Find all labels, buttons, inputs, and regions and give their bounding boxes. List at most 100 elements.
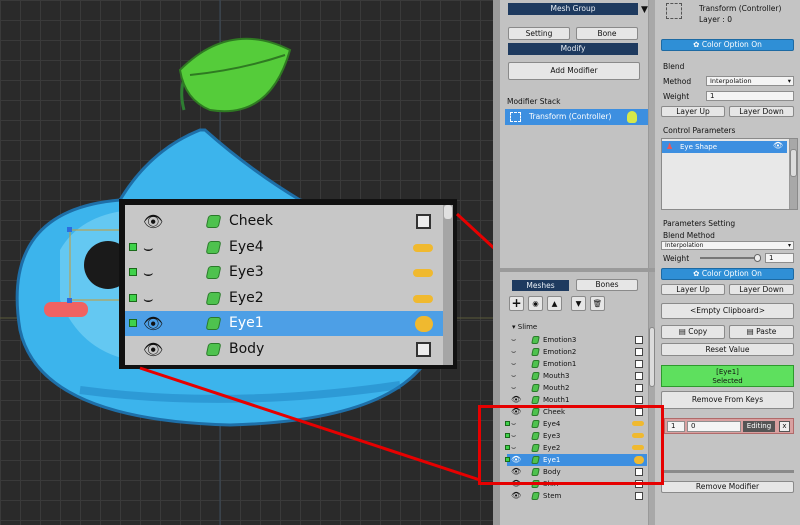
- modifier-stack-item-label: Transform (Controller): [529, 112, 612, 121]
- blend-method-select[interactable]: Interpolation ▾: [661, 241, 794, 250]
- modifier-stack-item[interactable]: Transform (Controller): [505, 109, 648, 125]
- clipboard-display: <Empty Clipboard>: [661, 303, 794, 319]
- method-select-value: Interpolation: [710, 77, 752, 85]
- selected-state: Selected: [712, 377, 743, 385]
- checkbox[interactable]: [635, 384, 643, 392]
- layer-up-button[interactable]: Layer Up: [661, 106, 725, 117]
- highlight-box: [478, 405, 664, 485]
- hierarchy-row-label: Stem: [543, 492, 562, 500]
- method-label: Method: [663, 77, 692, 86]
- copy-button[interactable]: ▤ Copy: [661, 325, 725, 339]
- chevron-down-icon[interactable]: ▼: [641, 5, 648, 15]
- hierarchy-row[interactable]: ⌣ Mouth3: [507, 370, 647, 382]
- tab-bones[interactable]: Bones: [576, 279, 638, 291]
- palette-icon: ✿: [693, 269, 702, 278]
- remove-modifier-button[interactable]: Remove Modifier: [661, 481, 794, 493]
- transform-icon: [510, 112, 521, 122]
- setting-button[interactable]: Setting: [508, 27, 570, 40]
- mesh-icon: [531, 492, 540, 500]
- mesh-icon: [531, 372, 540, 380]
- weight2-label: Weight: [663, 254, 690, 263]
- weight2-input[interactable]: 1: [765, 253, 794, 263]
- checkbox[interactable]: [635, 360, 643, 368]
- hierarchy-row-label: Mouth2: [543, 384, 570, 392]
- person-icon: ♟: [666, 142, 674, 151]
- color-option-button-2[interactable]: ✿ Color Option On: [661, 268, 794, 280]
- chevron-down-icon: ▾: [787, 77, 791, 85]
- move-up-icon[interactable]: ▲: [547, 296, 562, 311]
- hierarchy-root-label: Slime: [517, 323, 538, 331]
- hierarchy-row[interactable]: ⌣ Emotion1: [507, 358, 647, 370]
- move-down-icon[interactable]: ▼: [571, 296, 586, 311]
- tab-meshes[interactable]: Meshes: [512, 280, 569, 291]
- bulb-icon[interactable]: [627, 111, 637, 123]
- add-modifier-button[interactable]: Add Modifier: [508, 62, 640, 80]
- paste-button[interactable]: ▤ Paste: [729, 325, 794, 339]
- weight-slider-thumb[interactable]: [754, 254, 761, 262]
- eye-icon[interactable]: 👁: [773, 141, 783, 150]
- mesh-icon: [531, 348, 540, 356]
- hierarchy-row[interactable]: 👁 Stem: [507, 490, 647, 502]
- checkbox[interactable]: [635, 348, 643, 356]
- control-params-label: Control Parameters: [663, 126, 736, 135]
- weight-input[interactable]: 1: [706, 91, 794, 101]
- params-scrollbar[interactable]: [789, 139, 797, 209]
- hidden-icon[interactable]: ⌣: [511, 358, 527, 370]
- color-option-button[interactable]: ✿ Color Option On: [661, 39, 794, 51]
- inspector-title: Transform (Controller): [699, 4, 782, 13]
- paste-label: Paste: [756, 327, 777, 336]
- modifier-scrollbar[interactable]: [648, 0, 655, 268]
- layer-down-button-2[interactable]: Layer Down: [729, 284, 794, 295]
- chevron-down-icon: ▾: [787, 242, 791, 249]
- hierarchy-scrollbar[interactable]: [648, 272, 655, 525]
- copy-icon: ▤: [678, 327, 689, 336]
- editing-badge[interactable]: Editing: [743, 421, 775, 432]
- selected-name: [Eye1]: [716, 368, 739, 376]
- hierarchy-root[interactable]: ▾ Slime: [512, 323, 537, 331]
- hierarchy-row-label: Emotion3: [543, 336, 577, 344]
- color-option-label: Color Option On: [701, 40, 762, 49]
- checkbox[interactable]: [635, 372, 643, 380]
- eye-icon[interactable]: 👁: [511, 490, 527, 502]
- hidden-icon[interactable]: ⌣: [511, 346, 527, 358]
- params-setting-label: Parameters Setting: [663, 219, 736, 228]
- color-option-label-2: Color Option On: [701, 269, 762, 278]
- bone-button[interactable]: Bone: [576, 27, 638, 40]
- hierarchy-row[interactable]: ⌣ Emotion3: [507, 334, 647, 346]
- selected-status-box: [Eye1] Selected: [661, 365, 794, 387]
- weight-slider[interactable]: [700, 254, 761, 262]
- checkbox[interactable]: [635, 396, 643, 404]
- close-icon[interactable]: x: [779, 421, 790, 432]
- param-item-eye-shape[interactable]: ♟ Eye Shape 👁: [662, 141, 787, 153]
- copy-label: Copy: [688, 327, 708, 336]
- mesh-icon: [531, 384, 540, 392]
- hierarchy-divider[interactable]: [500, 268, 655, 272]
- method-select[interactable]: Interpolation ▾: [706, 76, 794, 86]
- hidden-icon[interactable]: ⌣: [511, 334, 527, 346]
- add-icon[interactable]: +: [509, 296, 524, 311]
- hierarchy-row-label: Emotion1: [543, 360, 577, 368]
- reset-value-button[interactable]: Reset Value: [661, 343, 794, 356]
- key-field-2[interactable]: 0: [687, 421, 741, 432]
- key-field-1[interactable]: 1: [667, 421, 685, 432]
- transform-controller-icon: [666, 3, 682, 19]
- expand-icon[interactable]: ▾: [512, 323, 516, 331]
- hierarchy-row[interactable]: ⌣ Emotion2: [507, 346, 647, 358]
- hidden-icon[interactable]: ⌣: [511, 370, 527, 382]
- mesh-group-bar[interactable]: Mesh Group: [508, 3, 638, 15]
- layer-icon[interactable]: ◉: [528, 296, 543, 311]
- checkbox[interactable]: [635, 492, 643, 500]
- trash-icon[interactable]: 🗑: [590, 296, 605, 311]
- modify-tab[interactable]: Modify: [508, 43, 638, 55]
- modifier-panel: [500, 0, 655, 268]
- palette-icon: ✿: [693, 40, 702, 49]
- hidden-icon[interactable]: ⌣: [511, 382, 527, 394]
- layer-up-button-2[interactable]: Layer Up: [661, 284, 725, 295]
- blend-method-value: Interpolation: [665, 242, 704, 249]
- blend-label: Blend: [663, 62, 685, 71]
- remove-from-keys-button[interactable]: Remove From Keys: [661, 391, 794, 409]
- layer-down-button[interactable]: Layer Down: [729, 106, 794, 117]
- hierarchy-row[interactable]: ⌣ Mouth2: [507, 382, 647, 394]
- modifier-stack-label: Modifier Stack: [507, 97, 561, 106]
- checkbox[interactable]: [635, 336, 643, 344]
